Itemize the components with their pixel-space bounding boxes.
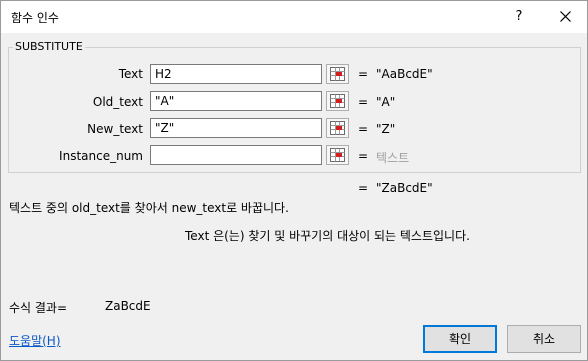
arg-result-old-text: "A" [376,95,396,109]
formula-result-label: 수식 결과= [9,301,68,315]
arg-type-hint-instance-num: 텍스트 [376,151,410,165]
arg-label-old-text: Old_text [92,95,143,109]
arg-eq: = [358,122,369,136]
close-icon [559,11,571,22]
function-result-eq: = [358,181,369,195]
function-description: 텍스트 중의 old_text를 찾아서 new_text로 바꿉니다. [9,201,289,215]
function-name: SUBSTITUTE [13,40,85,53]
new-text-input[interactable] [150,118,322,138]
arg-eq: = [358,149,369,163]
range-select-icon [330,67,345,81]
range-select-icon [330,148,345,162]
arg-result-text: "AaBcdE" [376,67,433,81]
instance-num-range-selector-button[interactable] [326,145,349,165]
text-input[interactable] [150,64,322,84]
new-text-range-selector-button[interactable] [326,118,349,138]
title-bar: 함수 인수 ? [1,1,587,33]
function-arguments-dialog: 함수 인수 ? SUBSTITUTE Text = "AaBcdE" Old_t… [0,0,588,361]
old-text-range-selector-button[interactable] [326,91,349,111]
function-result-value: "ZaBcdE" [376,181,433,195]
cancel-button[interactable]: 취소 [507,325,581,353]
arg-label-instance-num: Instance_num [59,149,143,163]
text-range-selector-button[interactable] [326,64,349,84]
arg-eq: = [358,67,369,81]
old-text-input[interactable] [150,91,322,111]
instance-num-input[interactable] [150,145,322,165]
argument-description: Text 은(는) 찾기 및 바꾸기의 대상이 되는 텍스트입니다. [185,229,470,243]
window-title: 함수 인수 [11,11,59,25]
arg-eq: = [358,95,369,109]
arg-label-text: Text [118,67,143,81]
help-link[interactable]: 도움말(H) [9,332,61,349]
arg-label-new-text: New_text [87,122,143,136]
range-select-icon [330,121,345,135]
formula-result-value: ZaBcdE [105,299,151,313]
close-button[interactable] [549,1,581,33]
range-select-icon [330,94,345,108]
arg-result-new-text: "Z" [376,122,396,136]
help-button[interactable]: ? [503,1,535,33]
ok-button[interactable]: 확인 [423,325,497,353]
